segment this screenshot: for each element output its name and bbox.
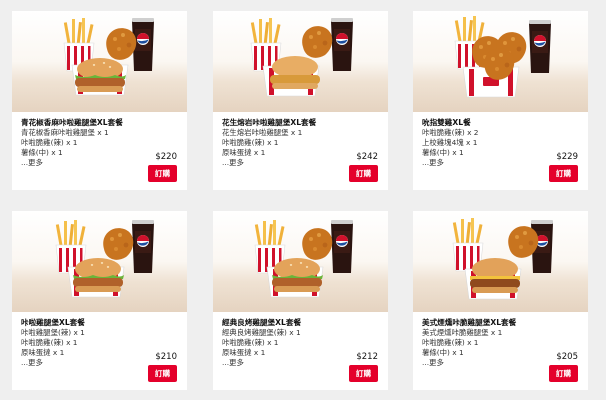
- product-item: 咔啦脆雞(辣) x 1: [222, 338, 279, 347]
- product-title: 經典良烤雞腿堡XL套餐: [222, 318, 302, 327]
- order-button[interactable]: 訂購: [148, 165, 177, 182]
- product-image[interactable]: [413, 211, 588, 312]
- product-title: 吮指雙雞XL餐: [422, 118, 471, 127]
- product-item: 咔啦脆雞(辣) x 1: [21, 138, 78, 147]
- product-price: $220: [155, 152, 177, 162]
- product-price: $205: [556, 352, 578, 362]
- product-item: 咔啦脆雞(辣) x 1: [21, 338, 78, 347]
- product-card[interactable]: 美式煙燻咔脆雞腿堡XL套餐 美式煙燻咔脆雞腿堡 x 1 咔啦脆雞(辣) x 1 …: [413, 211, 588, 390]
- product-title: 青花椒香麻咔啦雞腿堡XL套餐: [21, 118, 123, 127]
- product-image[interactable]: [213, 211, 388, 312]
- product-image[interactable]: [12, 211, 187, 312]
- product-item: 上校雞塊4塊 x 1: [422, 138, 478, 147]
- product-price: $212: [356, 352, 378, 362]
- product-title: 咔啦雞腿堡XL套餐: [21, 318, 85, 327]
- product-item: 咔啦脆雞(辣) x 1: [222, 138, 279, 147]
- product-item: 咔啦脆雞(辣) x 1: [422, 338, 479, 347]
- product-item: 花生熔岩咔啦雞腿堡 x 1: [222, 128, 303, 137]
- order-button[interactable]: 訂購: [349, 365, 378, 382]
- order-button[interactable]: 訂購: [549, 165, 578, 182]
- product-image[interactable]: [213, 11, 388, 112]
- product-image[interactable]: [12, 11, 187, 112]
- product-card[interactable]: 咔啦雞腿堡XL套餐 咔啦雞腿堡(辣) x 1 咔啦脆雞(辣) x 1 原味蛋撻 …: [12, 211, 187, 390]
- product-price: $242: [356, 152, 378, 162]
- product-image[interactable]: [413, 11, 588, 112]
- product-item: 經典良烤雞腿堡(辣) x 1: [222, 328, 301, 337]
- order-button[interactable]: 訂購: [349, 165, 378, 182]
- product-card[interactable]: 吮指雙雞XL餐 咔啦脆雞(辣) x 2 上校雞塊4塊 x 1 薯條(中) x 1…: [413, 11, 588, 190]
- product-price: $229: [556, 152, 578, 162]
- order-button[interactable]: 訂購: [148, 365, 177, 382]
- order-button[interactable]: 訂購: [549, 365, 578, 382]
- product-price: $210: [155, 352, 177, 362]
- product-item: 青花椒香麻咔啦雞腿堡 x 1: [21, 128, 109, 137]
- product-card[interactable]: 青花椒香麻咔啦雞腿堡XL套餐 青花椒香麻咔啦雞腿堡 x 1 咔啦脆雞(辣) x …: [12, 11, 187, 190]
- product-grid: 青花椒香麻咔啦雞腿堡XL套餐 青花椒香麻咔啦雞腿堡 x 1 咔啦脆雞(辣) x …: [0, 0, 606, 400]
- product-title: 美式煙燻咔脆雞腿堡XL套餐: [422, 318, 517, 327]
- product-card[interactable]: 花生熔岩咔啦雞腿堡XL套餐 花生熔岩咔啦雞腿堡 x 1 咔啦脆雞(辣) x 1 …: [213, 11, 388, 190]
- product-title: 花生熔岩咔啦雞腿堡XL套餐: [222, 118, 317, 127]
- product-card[interactable]: 經典良烤雞腿堡XL套餐 經典良烤雞腿堡(辣) x 1 咔啦脆雞(辣) x 1 原…: [213, 211, 388, 390]
- product-item: 咔啦脆雞(辣) x 2: [422, 128, 479, 137]
- product-item: 咔啦雞腿堡(辣) x 1: [21, 328, 85, 337]
- product-item: 美式煙燻咔脆雞腿堡 x 1: [422, 328, 503, 337]
